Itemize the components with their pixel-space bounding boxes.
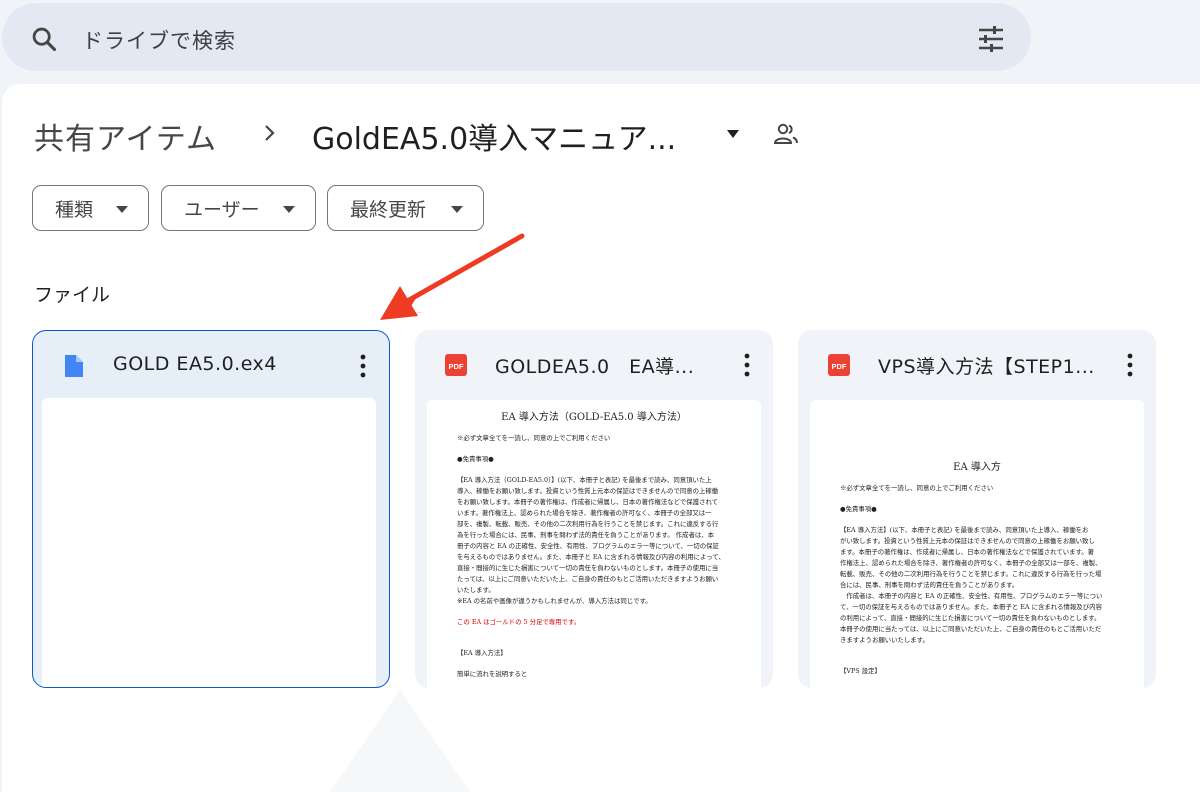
file-name: VPS導入方法【STEP1... bbox=[878, 356, 1095, 378]
file-name: GOLDEA5.0 EA導... bbox=[495, 356, 695, 378]
preview-line: 転載、販売、その他の二次利用行為を行うことを禁じます。これに違反する行為を行った… bbox=[840, 570, 1102, 578]
search-options-icon[interactable] bbox=[976, 25, 1006, 53]
preview-line: 【EA 導入方法】 bbox=[457, 649, 507, 657]
file-thumbnail: EA 導入方法（GOLD-EA5.0 導入方法） ※必ず文章全てを一読し、同意の… bbox=[427, 400, 761, 688]
filter-user-label: ユーザー bbox=[184, 198, 260, 221]
breadcrumb-current[interactable]: GoldEA5.0導入マニュア... bbox=[312, 114, 676, 158]
preview-title: EA 導入方法（GOLD-EA5.0 導入方法） bbox=[501, 412, 687, 423]
preview-line: ます。本冊子の著作権は、作成者に帰属し、日本の著作権法などで保護されています。著 bbox=[840, 548, 1095, 556]
preview-line: 部を、複製、転載、販売、その他の二次利用行為を行うことを禁じます。これに違反する… bbox=[457, 520, 719, 528]
caret-down-icon[interactable] bbox=[724, 128, 742, 140]
more-options-icon[interactable] bbox=[743, 352, 751, 378]
filter-type-chip[interactable]: 種類 bbox=[32, 185, 149, 231]
preview-line: がい致します。投資という性質上元本の保証はできませんので同意の上稼働をお願い致し bbox=[840, 537, 1095, 545]
more-options-icon[interactable] bbox=[1126, 352, 1134, 378]
preview-line: を与えるものではありません。また、本冊子と EA に含まれる情報及び内容の利用に… bbox=[457, 553, 725, 561]
svg-text:PDF: PDF bbox=[832, 362, 847, 371]
svg-text:PDF: PDF bbox=[449, 362, 464, 371]
document-preview: EA 導入方 ※必ず文章全てを一読し、同意の上でご利用ください ●免責事項● 【… bbox=[810, 400, 1144, 677]
chevron-right-icon bbox=[265, 125, 275, 141]
preview-line: ※必ず文章全てを一読し、同意の上でご利用ください bbox=[840, 484, 994, 492]
search-icon[interactable] bbox=[30, 25, 58, 53]
preview-line: 【EA 導入方法】(以下、本冊子と表記) を最後まで読み、同意頂いた上導入、稼働… bbox=[840, 526, 1089, 534]
annotation-arrow-icon bbox=[380, 233, 525, 320]
pdf-icon: PDF bbox=[828, 354, 850, 376]
preview-line: います。著作権法上、認められた場合を除き、著作権者の許可なく、本冊子の全部又は一 bbox=[457, 509, 712, 517]
breadcrumb-root[interactable]: 共有アイテム bbox=[34, 114, 217, 158]
preview-line: て、一切の保証を与えるものではありません。また、本冊子と EA に含まれる情報及… bbox=[840, 603, 1102, 611]
preview-line: ●免責事項● bbox=[457, 455, 494, 463]
preview-line: 簡単に流れを説明すると bbox=[457, 670, 528, 678]
caret-down-icon bbox=[116, 206, 128, 213]
preview-line: 【EA 導入方法（GOLD-EA5.0）】(以下、本冊子と表記) を最後まで読み… bbox=[457, 476, 712, 484]
search-input[interactable]: ドライブで検索 bbox=[82, 25, 236, 55]
shared-users-icon[interactable] bbox=[772, 122, 800, 146]
preview-line: 作成者は、本冊子の内容と EA の正確性、安全性、有用性、プログラムのエラー等に… bbox=[840, 592, 1103, 600]
caret-down-icon bbox=[451, 206, 463, 213]
preview-line: ●免責事項● bbox=[840, 505, 877, 513]
preview-line-highlight: この EA はゴールドの 5 分足で専用です。 bbox=[457, 618, 581, 626]
main-content: 共有アイテム GoldEA5.0導入マニュア... 種類 ユーザー 最終更新 フ… bbox=[2, 84, 1200, 792]
caret-down-icon bbox=[283, 206, 295, 213]
filter-modified-label: 最終更新 bbox=[350, 198, 427, 221]
preview-line: 作権法上、認められた場合を除き、著作権者の許可なく、本冊子の全部又は一部を、複製… bbox=[840, 559, 1102, 567]
file-thumbnail bbox=[42, 398, 376, 687]
preview-line: ※EA の名前や画像が違うかもしれませんが、導入方法は同じです。 bbox=[457, 597, 652, 605]
preview-line: 為を行った場合には、民事、刑事を問わず法的責任を負うことがあります。 作成者は、… bbox=[457, 531, 715, 539]
preview-line: 冊子の内容と EA の正確性、安全性、有用性、プログラムのエラー等について、一切… bbox=[457, 542, 719, 550]
preview-line: 本冊子の使用に当たっては、以上にご同意いただいた上、ご自身の責任のもとご活用いた… bbox=[840, 625, 1102, 633]
file-thumbnail: EA 導入方 ※必ず文章全てを一読し、同意の上でご利用ください ●免責事項● 【… bbox=[810, 400, 1144, 688]
preview-line: ※必ず文章全てを一読し、同意の上でご利用ください bbox=[457, 434, 611, 442]
file-card[interactable]: GOLD EA5.0.ex4 bbox=[32, 330, 390, 688]
filter-type-label: 種類 bbox=[55, 198, 94, 221]
file-card[interactable]: PDF GOLDEA5.0 EA導... EA 導入方法（GOLD-EA5.0 … bbox=[415, 330, 773, 688]
section-title-files: ファイル bbox=[34, 284, 111, 306]
filter-user-chip[interactable]: ユーザー bbox=[161, 185, 316, 231]
preview-line: いたします。 bbox=[457, 586, 495, 594]
filter-modified-chip[interactable]: 最終更新 bbox=[327, 185, 484, 231]
preview-line: 導入、稼働をお願い致します。投資という性質上元本の保証はできませんので同意の上稼… bbox=[457, 487, 719, 495]
watermark-shape bbox=[330, 690, 470, 792]
document-preview: EA 導入方法（GOLD-EA5.0 導入方法） ※必ず文章全てを一読し、同意の… bbox=[427, 400, 761, 680]
more-options-icon[interactable] bbox=[359, 353, 367, 379]
pdf-icon: PDF bbox=[445, 354, 467, 376]
preview-line: 【VPS 設定】 bbox=[840, 667, 881, 675]
preview-title: EA 導入方 bbox=[953, 462, 1001, 473]
preview-line: きますようお願いいたします。 bbox=[840, 636, 929, 644]
preview-line: たっては、以上にご同意いただいた上、ご自身の責任のもとご活用いただきますようお願… bbox=[457, 575, 719, 583]
preview-line: 合には、民事、刑事を問わず法的責任を負うことがあります。 bbox=[840, 581, 1019, 589]
preview-line: 直接・間接的に生じた損害について一切の責任を負わないものとします。本冊子の使用に… bbox=[457, 564, 719, 572]
preview-line: をお願い致します。本冊子の著作権は、作成者に帰属し、日本の著作権法などで保護され… bbox=[457, 498, 719, 506]
preview-line: の利用によって、直接・間接的に生じた損害について一切の責任を負わないものとします… bbox=[840, 614, 1101, 622]
search-bar[interactable]: ドライブで検索 bbox=[2, 3, 1031, 71]
file-name: GOLD EA5.0.ex4 bbox=[113, 353, 277, 375]
doc-file-icon bbox=[65, 355, 83, 377]
file-card[interactable]: PDF VPS導入方法【STEP1... EA 導入方 ※必ず文章全てを一読し、… bbox=[798, 330, 1156, 688]
